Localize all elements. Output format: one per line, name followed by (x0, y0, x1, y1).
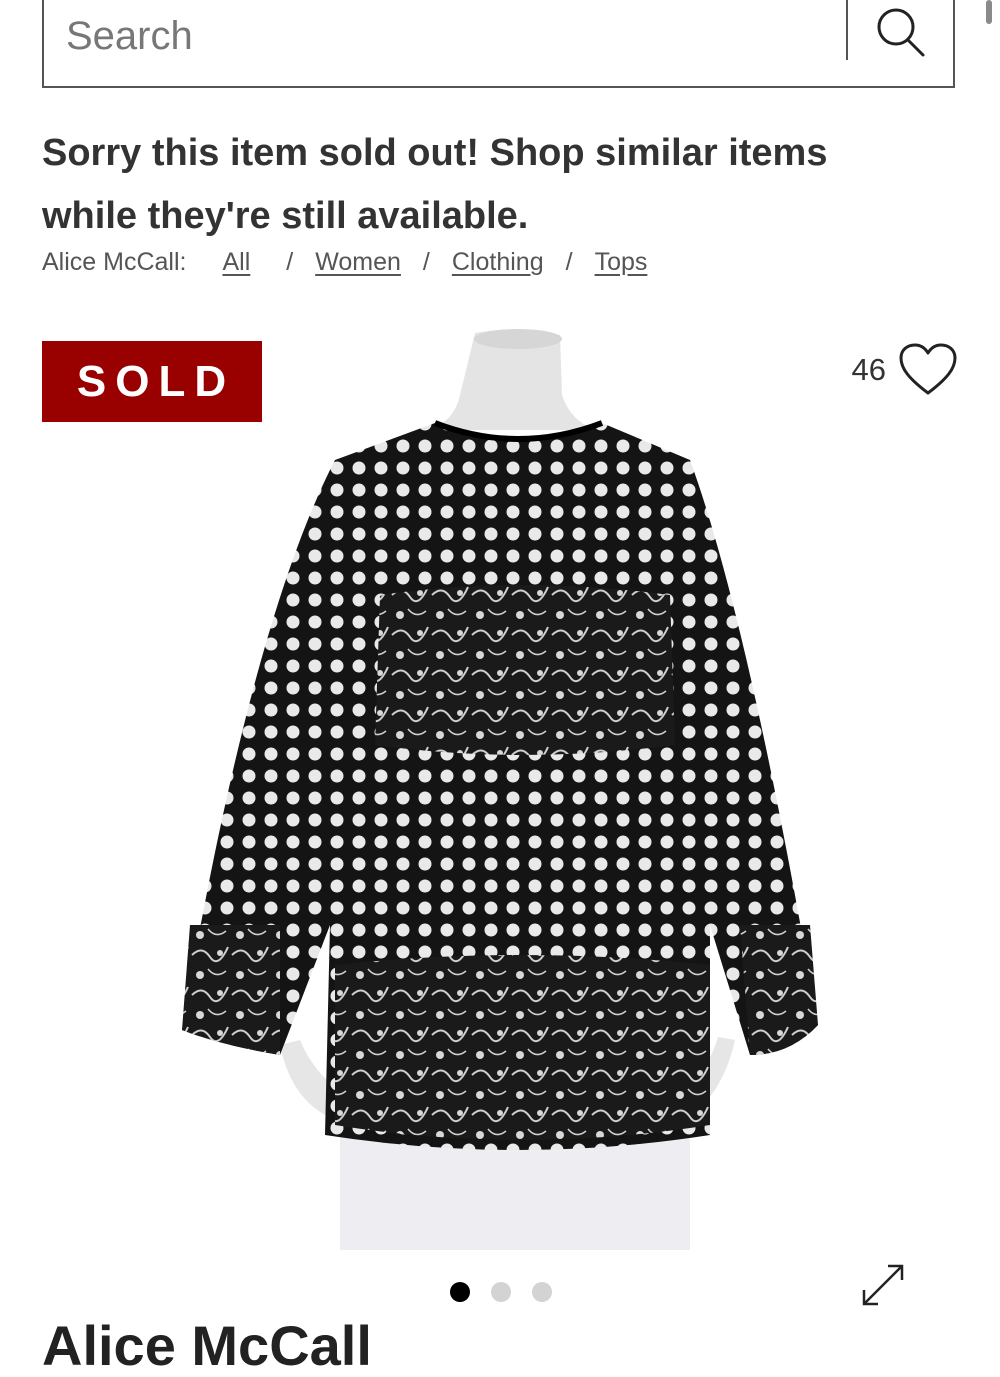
breadcrumb-women[interactable]: Women (315, 248, 401, 277)
gallery-dot-3[interactable] (532, 1282, 552, 1302)
breadcrumb-separator: / (422, 248, 430, 276)
product-title: Alice McCall (42, 1314, 372, 1377)
heart-outline-icon (899, 343, 957, 395)
breadcrumb-tops[interactable]: Tops (595, 248, 648, 277)
gallery-dot-2[interactable] (491, 1282, 511, 1302)
breadcrumb: Alice McCall: All / Women / Clothing / T… (42, 248, 647, 277)
expand-arrows-icon[interactable] (856, 1258, 910, 1312)
gallery-pagination (450, 1282, 552, 1302)
product-photo[interactable] (150, 325, 850, 1250)
breadcrumb-separator: / (286, 248, 294, 276)
breadcrumb-separator: / (565, 248, 573, 276)
favorite-button[interactable]: 46 (852, 342, 958, 398)
search-bar (42, 0, 955, 88)
breadcrumb-all[interactable]: All (222, 248, 250, 277)
breadcrumb-clothing[interactable]: Clothing (452, 248, 544, 277)
sold-out-headline: Sorry this item sold out! Shop similar i… (42, 132, 828, 237)
search-icon (877, 8, 925, 57)
search-input[interactable] (66, 12, 826, 60)
search-divider (846, 0, 848, 60)
gallery-dot-1[interactable] (450, 1282, 470, 1302)
favorite-count: 46 (851, 352, 886, 387)
scrollbar[interactable] (986, 0, 992, 24)
breadcrumb-brand: Alice McCall: (42, 248, 187, 276)
sold-badge: SOLD (42, 341, 262, 422)
search-button[interactable] (866, 4, 936, 62)
